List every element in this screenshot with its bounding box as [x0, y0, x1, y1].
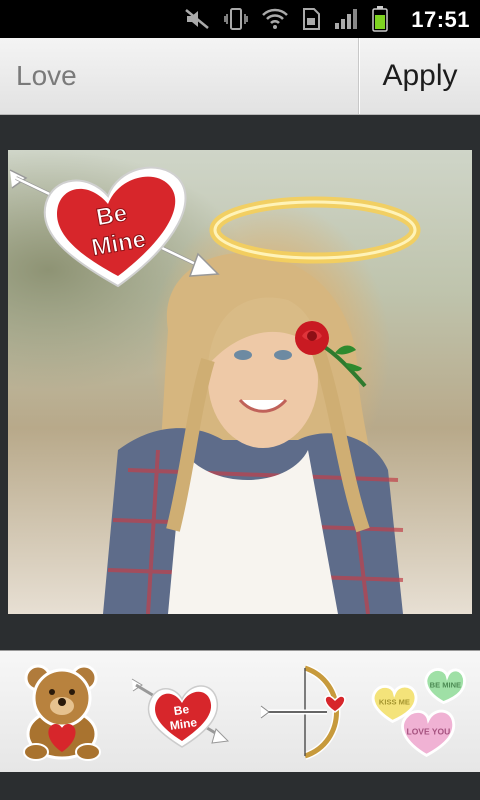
signal-icon [335, 9, 357, 29]
candy-text-kiss: KISS ME [379, 697, 410, 706]
bow-arrow-sticker[interactable] [252, 659, 352, 765]
halo-sticker[interactable] [208, 192, 423, 270]
bow-arrow-icon [260, 664, 346, 760]
teddy-bear-icon [23, 664, 101, 761]
battery-icon [372, 6, 388, 32]
candy-text-bemine: BE MINE [430, 680, 461, 689]
candy-text-loveyou: LOVE YOU [407, 727, 451, 737]
vibrate-icon [224, 8, 248, 30]
clock: 17:51 [411, 7, 470, 32]
wifi-icon [262, 8, 288, 29]
candy-hearts-icon: KISS ME BE MINE LOVE YOU [371, 668, 466, 758]
rose-sticker[interactable] [290, 318, 375, 390]
be-mine-sticker[interactable]: Be Mine [130, 659, 230, 765]
action-bar: Love Apply [0, 38, 480, 115]
sticker-tray: Be Mine KISS ME BE MINE LOVE YOU [0, 650, 480, 773]
be-mine-heart-sticker[interactable]: Be Mine [8, 158, 223, 293]
apply-button[interactable]: Apply [360, 38, 480, 114]
page-title: Love [16, 60, 77, 91]
bottom-strip [0, 772, 480, 800]
sim-icon [303, 8, 320, 30]
teddy-bear-sticker[interactable] [12, 659, 112, 765]
candy-hearts-sticker[interactable]: KISS ME BE MINE LOVE YOU [368, 659, 468, 765]
action-divider [358, 38, 359, 114]
status-bar: 17:51 [0, 0, 480, 38]
sticker-text-be: Be [94, 200, 129, 232]
photo-canvas[interactable]: Be Mine [8, 150, 472, 614]
heart-arrow-icon: Be Mine [131, 678, 230, 748]
mute-icon [185, 9, 209, 29]
